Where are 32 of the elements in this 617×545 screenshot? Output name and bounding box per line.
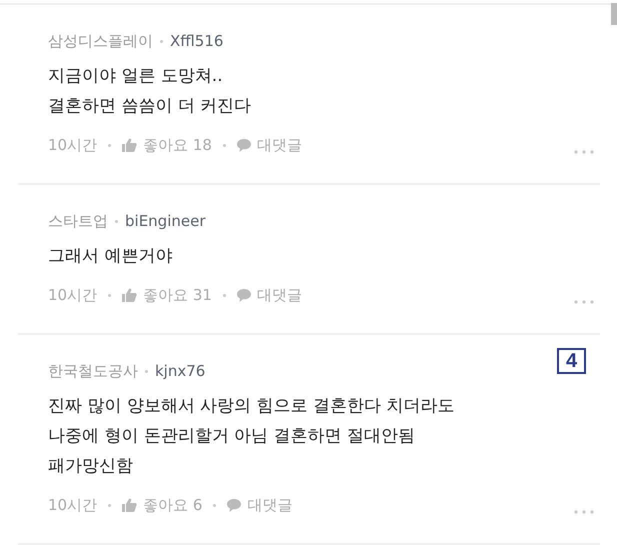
- speech-bubble-icon[interactable]: [227, 498, 242, 512]
- thumbs-up-icon[interactable]: [122, 498, 138, 512]
- reply-link[interactable]: 대댓글: [247, 495, 292, 515]
- comment-text: 결혼하면 씀씀이 더 커진다: [48, 95, 252, 118]
- thumbs-up-icon[interactable]: [122, 138, 138, 152]
- username[interactable]: kjnx76: [155, 361, 206, 381]
- reply-link[interactable]: 대댓글: [256, 285, 302, 305]
- username[interactable]: biEngineer: [125, 211, 206, 231]
- comment-text: 지금이야 얼른 도망쳐..: [48, 65, 224, 88]
- comment-text: 그래서 예쁜거야: [48, 245, 174, 268]
- like-count[interactable]: 좋아요 18: [143, 135, 212, 155]
- scrollbar[interactable]: [611, 3, 617, 25]
- page-number: 4: [557, 348, 586, 374]
- comment-text: 나중에 형이 돈관리할거 아님 결혼하면 절대안됨: [48, 425, 416, 448]
- comment-time: 10시간: [48, 285, 98, 305]
- more-options-icon[interactable]: [574, 150, 594, 154]
- company-name: 스타트업: [48, 211, 108, 231]
- comment-time: 10시간: [48, 135, 98, 155]
- like-count[interactable]: 좋아요 6: [143, 495, 202, 515]
- speech-bubble-icon[interactable]: [236, 288, 251, 302]
- comment-time: 10시간: [48, 495, 98, 515]
- username[interactable]: Xffl516: [170, 31, 224, 51]
- comment-text: 패가망신함: [48, 455, 134, 478]
- company-name: 한국철도공사: [48, 361, 138, 381]
- reply-link[interactable]: 대댓글: [256, 135, 302, 155]
- company-name: 삼성디스플레이: [48, 31, 153, 51]
- thumbs-up-icon[interactable]: [122, 288, 138, 302]
- like-count[interactable]: 좋아요 31: [143, 285, 212, 305]
- more-options-icon[interactable]: [574, 300, 594, 304]
- speech-bubble-icon[interactable]: [236, 138, 251, 152]
- more-options-icon[interactable]: [574, 510, 594, 514]
- comment-text: 진짜 많이 양보해서 사랑의 힘으로 결혼한다 치더라도: [48, 395, 456, 418]
